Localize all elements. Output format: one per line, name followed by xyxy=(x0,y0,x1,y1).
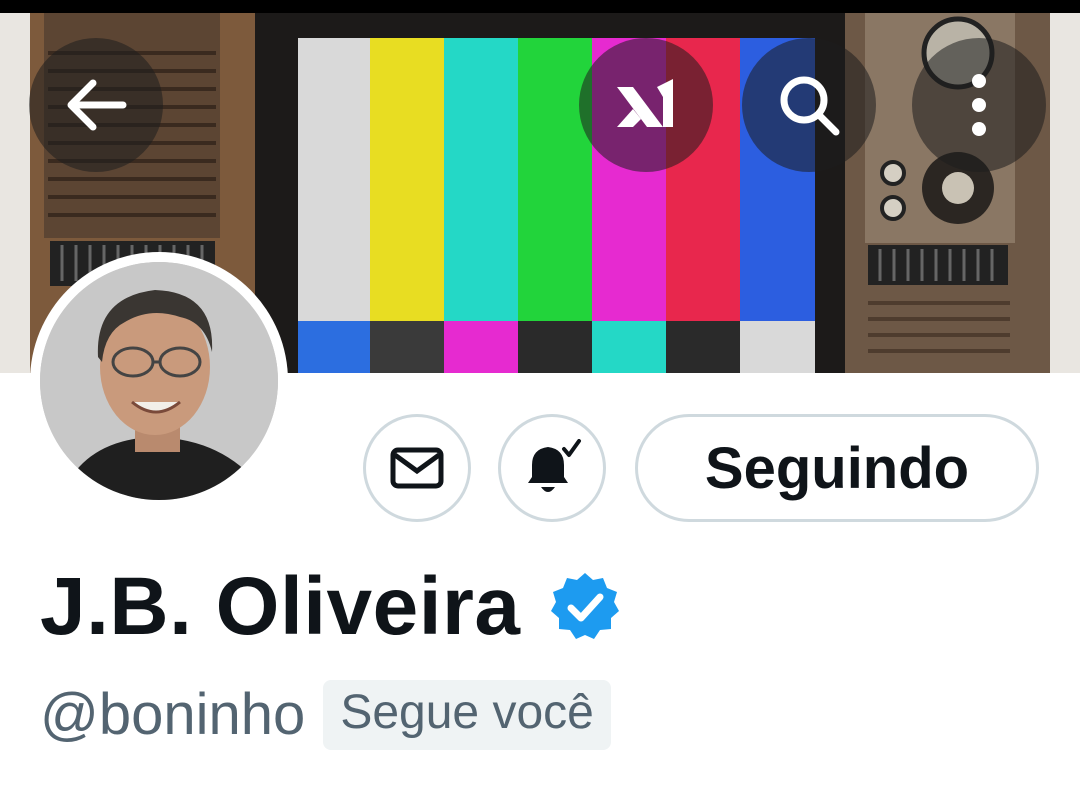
grok-logo-icon xyxy=(617,79,673,127)
search-button[interactable] xyxy=(742,38,876,172)
back-button[interactable] xyxy=(29,38,163,172)
arrow-left-icon xyxy=(67,79,127,131)
avatar-image xyxy=(40,262,278,500)
envelope-icon xyxy=(390,447,444,489)
avatar[interactable] xyxy=(30,252,288,510)
name-row: J.B. Oliveira xyxy=(40,566,621,648)
notifications-button[interactable] xyxy=(498,414,606,522)
following-button[interactable]: Seguindo xyxy=(635,414,1039,522)
bell-check-icon xyxy=(528,439,581,492)
follows-you-badge: Segue você xyxy=(323,680,611,750)
status-bar xyxy=(0,0,1080,13)
username-handle: @boninho xyxy=(40,682,306,747)
grok-button[interactable] xyxy=(579,38,713,172)
more-vertical-icon xyxy=(972,74,986,136)
display-name: J.B. Oliveira xyxy=(40,561,521,652)
message-button[interactable] xyxy=(363,414,471,522)
search-icon xyxy=(780,76,840,136)
verified-badge-icon[interactable] xyxy=(549,571,621,643)
more-options-button[interactable] xyxy=(912,38,1046,172)
handle-row: @boninho Segue você xyxy=(40,680,611,750)
